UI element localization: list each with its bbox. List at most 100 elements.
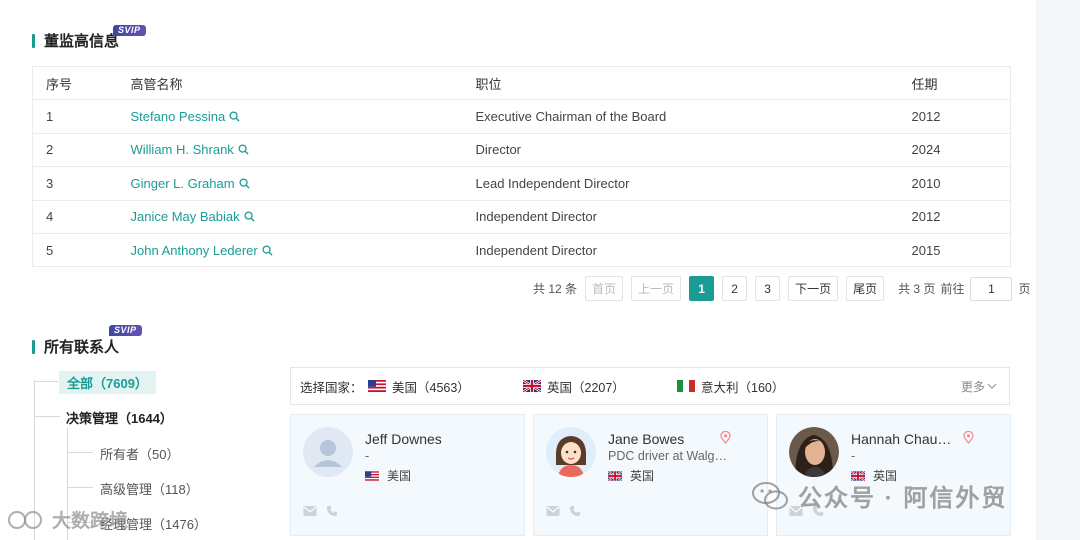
tree-connector (67, 487, 93, 488)
cell-term: 2012 (898, 99, 1011, 134)
page-1-button[interactable]: 1 (689, 276, 715, 301)
cell-position: Director (462, 133, 899, 168)
search-icon[interactable] (244, 211, 255, 222)
contact-country: 英国 (608, 467, 654, 484)
executive-name-link[interactable]: Stefano Pessina (131, 109, 241, 124)
page-count: 共 3 页 (898, 282, 936, 296)
contact-country: 美国 (365, 467, 411, 484)
email-icon[interactable] (303, 505, 317, 517)
search-icon[interactable] (229, 111, 240, 122)
page-unit-label: 页 (1018, 282, 1031, 296)
us-flag-icon (368, 380, 386, 392)
brand-logo-icon (8, 510, 42, 529)
tree-item-all[interactable]: 全部（7609） (59, 371, 156, 394)
tree-connector (67, 452, 93, 453)
executive-name[interactable]: Ginger L. Graham (131, 176, 235, 191)
cell-no: 1 (32, 99, 119, 134)
contacts-title-text: 所有联系人 (44, 339, 120, 356)
cell-name: Janice May Babiak (118, 200, 463, 234)
executive-name[interactable]: Stefano Pessina (131, 109, 226, 124)
executive-name-link[interactable]: John Anthony Lederer (131, 243, 273, 258)
cell-term: 2015 (898, 233, 1011, 268)
cell-term: 2024 (898, 133, 1011, 168)
page-3-button[interactable]: 3 (755, 276, 781, 301)
executive-name[interactable]: Janice May Babiak (131, 209, 240, 224)
cell-no: 3 (32, 166, 119, 201)
first-page-button[interactable]: 首页 (585, 276, 624, 301)
cell-no: 5 (32, 233, 119, 268)
executive-name[interactable]: William H. Shrank (131, 142, 234, 157)
search-icon[interactable] (239, 178, 250, 189)
contact-role: - (365, 449, 370, 463)
more-label: 更多 (960, 379, 985, 394)
contact-name[interactable]: Hannah Chaudhry (851, 431, 955, 447)
exec-title-text: 董监高信息 (44, 33, 120, 50)
uk-flag-icon (523, 380, 541, 392)
cell-name: Stefano Pessina (118, 99, 463, 134)
cell-position: Independent Director (462, 233, 899, 268)
cell-position: Lead Independent Director (462, 166, 899, 201)
country-option-uk[interactable]: 英国（2207） (523, 377, 625, 396)
photo-avatar-icon (789, 427, 839, 477)
col-header-name: 高管名称 (118, 66, 463, 101)
watermark-right-text: 公众号 · 阿信外贸 (798, 485, 1008, 512)
contact-country-label: 英国 (630, 469, 655, 483)
next-page-button[interactable]: 下一页 (788, 276, 839, 301)
contact-name[interactable]: Jeff Downes (365, 431, 442, 447)
cell-no: 2 (32, 133, 119, 168)
main-panel: 董监高信息 SVIP 序号 高管名称 职位 任期 1 Stefano Pessin… (0, 0, 1036, 540)
title-accent-bar (32, 339, 35, 354)
country-filter-bar: 选择国家： 美国（4563） 英国（2207） 意大利（160） 更多 (290, 367, 1010, 405)
goto-label: 前往 (940, 282, 965, 296)
cell-position: Executive Chairman of the Board (462, 99, 899, 134)
executive-name-link[interactable]: Ginger L. Graham (131, 176, 250, 191)
contact-role: PDC driver at Walgreens (608, 449, 730, 463)
brand-watermark: 大数跨境 (6, 506, 128, 533)
right-gutter (1036, 0, 1080, 540)
table-row: 5 John Anthony Lederer Independent Directo… (32, 233, 1011, 268)
cartoon-woman-avatar-icon (546, 427, 596, 477)
email-icon[interactable] (546, 505, 560, 517)
exec-section-title: 董监高信息 (32, 30, 119, 51)
last-page-button[interactable]: 尾页 (846, 276, 885, 301)
goto-page-input[interactable]: 1 (970, 276, 1013, 301)
location-pin-icon (720, 431, 731, 444)
prev-page-button[interactable]: 上一页 (631, 276, 682, 301)
executive-name[interactable]: John Anthony Lederer (131, 243, 258, 258)
svip-badge: SVIP (109, 325, 142, 336)
col-header-no: 序号 (32, 66, 119, 101)
search-icon[interactable] (262, 245, 273, 256)
total-count: 共 12 条 (533, 282, 578, 296)
country-option-us[interactable]: 美国（4563） (368, 377, 470, 396)
contact-card[interactable]: Jeff Downes - 美国 (290, 414, 525, 536)
page-2-button[interactable]: 2 (722, 276, 748, 301)
tree-item-decision[interactable]: 决策管理（1644） (66, 408, 173, 427)
italy-flag-icon (677, 380, 695, 392)
contact-role: - (851, 449, 856, 463)
wechat-watermark: 公众号 · 阿信外贸 (752, 478, 1007, 513)
placeholder-avatar-icon (303, 427, 353, 477)
contact-card[interactable]: Jane Bowes PDC driver at Walgreens 英国 (533, 414, 768, 536)
country-option-italy[interactable]: 意大利（160） (677, 377, 784, 396)
executive-name-link[interactable]: Janice May Babiak (131, 209, 255, 224)
tree-item-senior[interactable]: 高级管理（118） (100, 479, 199, 498)
us-flag-icon (365, 470, 379, 481)
title-accent-bar (32, 33, 35, 48)
pagination: 共 12 条 首页 上一页 1 2 3 下一页 尾页 共 3 页 前往 1 页 (533, 276, 1030, 301)
phone-icon[interactable] (325, 505, 339, 517)
more-countries-button[interactable]: 更多 (961, 378, 997, 395)
contact-actions (303, 505, 339, 517)
contact-card[interactable]: Hannah Chaudhry - 英国 (776, 414, 1011, 536)
watermark-left-text: 大数跨境 (52, 511, 129, 532)
phone-icon[interactable] (568, 505, 582, 517)
search-icon[interactable] (238, 144, 249, 156)
contact-name[interactable]: Jane Bowes (608, 431, 684, 447)
table-row: 1 Stefano Pessina Executive Chairman of th… (32, 99, 1011, 134)
contacts-section-title: 所有联系人 (32, 336, 119, 357)
table-row: 2 William H. Shrank Director 2024 (32, 133, 1011, 168)
tree-item-owner[interactable]: 所有者（50） (100, 444, 179, 463)
contact-actions (546, 505, 582, 517)
executive-name-link[interactable]: William H. Shrank (131, 142, 249, 157)
country-filter-label: 选择国家： (300, 380, 363, 395)
table-row: 4 Janice May Babiak Independent Director 20… (32, 200, 1011, 234)
